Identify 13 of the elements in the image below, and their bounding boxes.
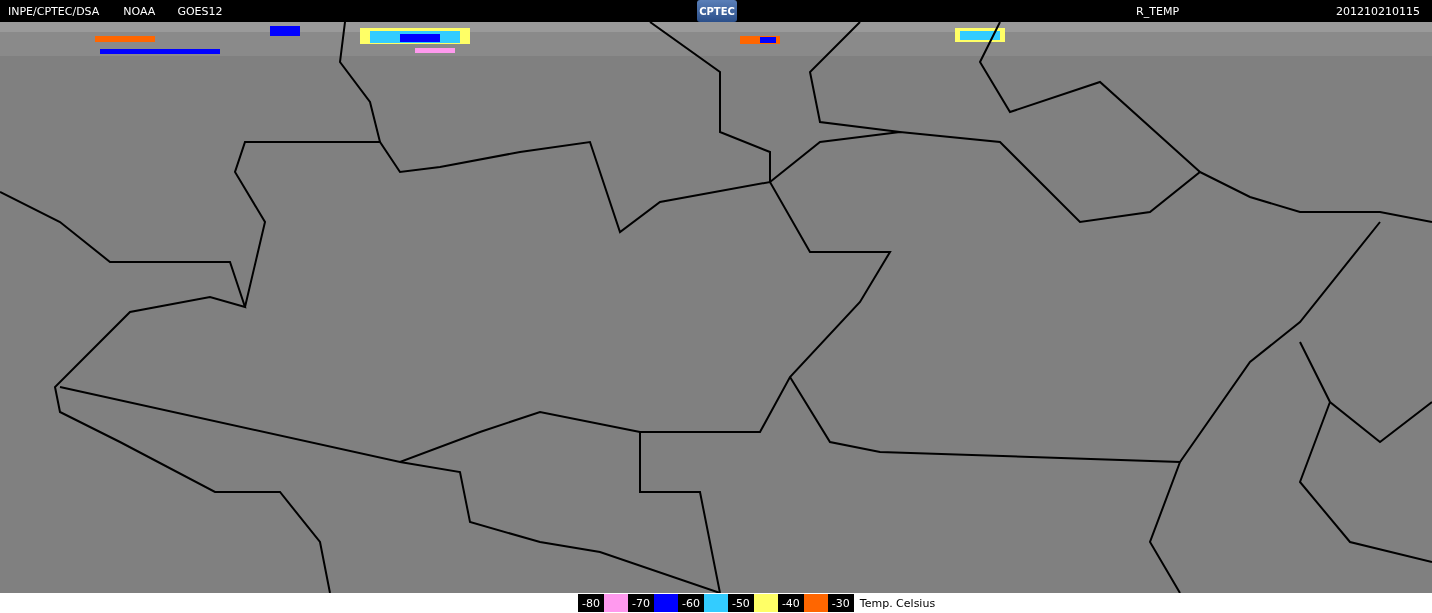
legend-unit: Temp. Celsius bbox=[859, 596, 936, 610]
legend-value: -30 bbox=[827, 594, 854, 612]
source-label: INPE/CPTEC/DSA bbox=[8, 4, 100, 18]
legend-value: -70 bbox=[627, 594, 654, 612]
legend-value: -60 bbox=[677, 594, 704, 612]
product-label: R_TEMP bbox=[1136, 4, 1179, 18]
legend-value: -40 bbox=[777, 594, 804, 612]
timestamp: 201210210115 bbox=[1336, 4, 1420, 18]
logo: CPTEC bbox=[697, 0, 737, 22]
legend-value: -80 bbox=[578, 594, 604, 612]
satellite-label: GOES12 bbox=[177, 4, 223, 18]
agency-label: NOAA bbox=[123, 4, 156, 18]
legend-value: -50 bbox=[727, 594, 754, 612]
